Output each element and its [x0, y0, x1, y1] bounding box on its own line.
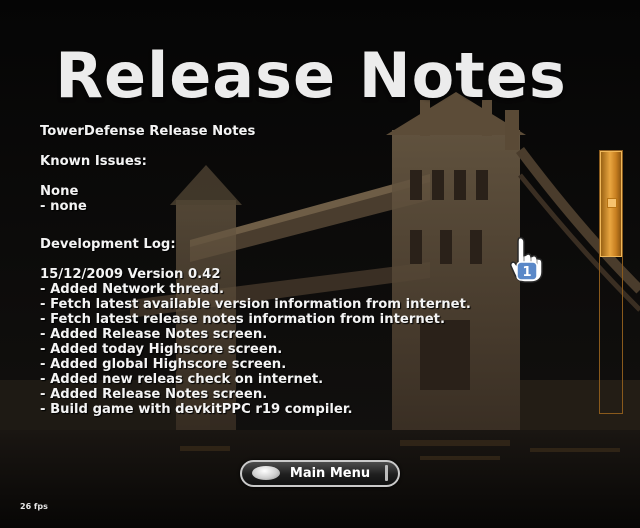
change-item: - Added new releas check on internet.: [40, 372, 324, 387]
fps-counter: 26 fps: [20, 502, 48, 511]
change-item: - Fetch latest release notes information…: [40, 312, 445, 327]
main-menu-button[interactable]: Main Menu: [240, 460, 400, 487]
pointing-hand-cursor-icon: 1: [510, 237, 543, 283]
known-issue-line: - none: [40, 199, 87, 214]
version-line: 15/12/2009 Version 0.42: [40, 267, 221, 282]
known-issue-line: None: [40, 184, 79, 199]
change-item: - Added Release Notes screen.: [40, 327, 268, 342]
release-notes-text[interactable]: TowerDefense Release Notes Known Issues:…: [40, 124, 590, 417]
development-log-label: Development Log:: [40, 237, 176, 252]
notes-scrollbar[interactable]: [599, 150, 623, 414]
change-item: - Build game with devkitPPC r19 compiler…: [40, 402, 353, 417]
change-item: - Added Network thread.: [40, 282, 225, 297]
scrollbar-thumb[interactable]: [600, 151, 622, 257]
grip-icon: [607, 198, 617, 208]
page-title: Release Notes: [55, 39, 567, 112]
notes-heading: TowerDefense Release Notes: [40, 124, 256, 139]
change-item: - Added Release Notes screen.: [40, 387, 268, 402]
known-issues-label: Known Issues:: [40, 154, 147, 169]
main-menu-button-label: Main Menu: [289, 466, 371, 481]
change-item: - Fetch latest available version informa…: [40, 297, 471, 312]
change-item: - Added today Highscore screen.: [40, 342, 283, 357]
button-end-cap: [385, 465, 388, 481]
change-item: - Added global Highscore screen.: [40, 357, 287, 372]
cursor-player-number: 1: [522, 265, 531, 280]
